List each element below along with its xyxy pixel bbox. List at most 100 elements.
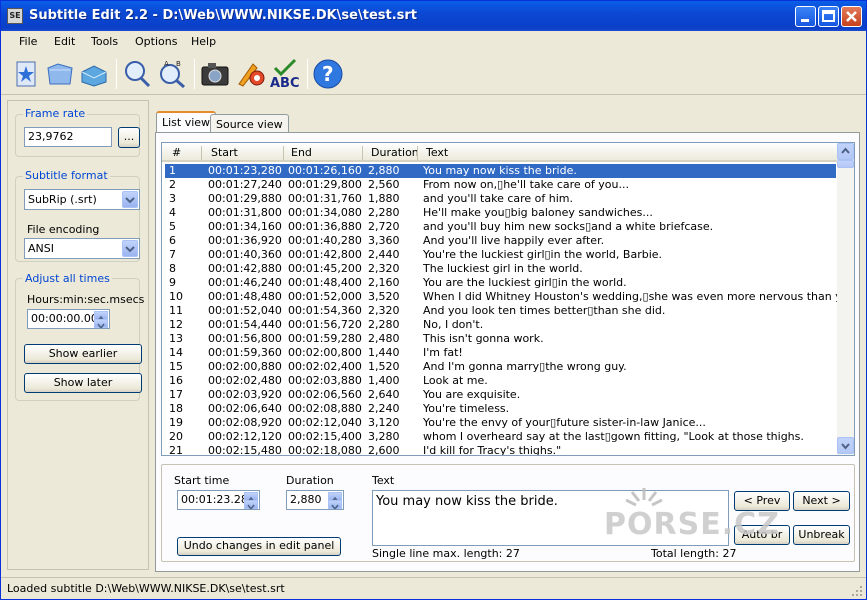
row-duration: 3,360 (368, 234, 400, 247)
row-text: And you look ten times better▯than she d… (423, 304, 666, 317)
row-start: 00:01:54,440 (208, 318, 282, 331)
chevron-down-icon[interactable] (122, 191, 138, 208)
row-end: 00:02:06,560 (288, 388, 362, 401)
row-text: And I'm gonna marry▯the wrong guy. (423, 360, 627, 373)
replace-icon[interactable]: AB (156, 58, 188, 90)
table-row[interactable]: 1 00:01:23,280 00:01:26,160 2,880 You may no… (165, 164, 836, 178)
table-row[interactable]: 14 00:01:59,360 00:02:00,800 1,440 I'm fat! (165, 346, 836, 360)
row-start: 00:02:03,920 (208, 388, 282, 401)
table-row[interactable]: 12 00:01:54,440 00:01:56,720 2,280 No, I don… (165, 318, 836, 332)
row-start: 00:01:48,480 (208, 290, 282, 303)
row-text: When I did Whitney Houston's wedding,▯sh… (423, 290, 855, 303)
row-number: 14 (169, 346, 183, 359)
list-scrollbar[interactable] (837, 143, 854, 455)
row-end: 00:01:54,360 (288, 304, 362, 317)
spin-down-icon[interactable] (244, 500, 258, 509)
duration-input[interactable]: 2,880 (286, 490, 344, 510)
table-row[interactable]: 20 00:02:12,120 00:02:15,400 3,280 whom I ov… (165, 430, 836, 444)
table-row[interactable]: 3 00:01:29,880 00:01:31,760 1,880 and you'll… (165, 192, 836, 206)
unbreak-button[interactable]: Unbreak (793, 525, 850, 545)
table-row[interactable]: 21 00:02:15,480 00:02:18,080 2,600 I'd kill … (165, 444, 836, 455)
row-duration: 3,120 (368, 416, 400, 429)
table-row[interactable]: 19 00:02:08,920 00:02:12,040 3,120 You're th… (165, 416, 836, 430)
chevron-down-icon[interactable] (122, 240, 138, 257)
undo-edit-button[interactable]: Undo changes in edit panel (177, 537, 341, 556)
row-number: 3 (169, 192, 176, 205)
help-icon[interactable]: ? (312, 58, 344, 90)
tab-list-view[interactable]: List view (156, 111, 217, 133)
row-number: 4 (169, 206, 176, 219)
table-row[interactable]: 2 00:01:27,240 00:01:29,800 2,560 From now o… (165, 178, 836, 192)
status-bar: Loaded subtitle D:\Web\WWW.NIKSE.DK\se\t… (1, 577, 866, 599)
table-row[interactable]: 15 00:02:00,880 00:02:02,400 1,520 And I'm g… (165, 360, 836, 374)
table-row[interactable]: 11 00:01:52,040 00:01:54,360 2,320 And you l… (165, 304, 836, 318)
scroll-up-icon[interactable] (837, 143, 854, 160)
table-row[interactable]: 10 00:01:48,480 00:01:52,000 3,520 When I di… (165, 290, 854, 304)
show-earlier-button[interactable]: Show earlier (24, 344, 142, 364)
frame-rate-input[interactable]: 23,9762 (24, 127, 112, 147)
open-icon[interactable] (44, 58, 76, 90)
row-number: 20 (169, 430, 183, 443)
watermark-text: PORSE.CZ (604, 507, 780, 541)
scroll-down-icon[interactable] (837, 437, 854, 454)
row-start: 00:01:31,800 (208, 206, 282, 219)
table-row[interactable]: 5 00:01:34,160 00:01:36,880 2,720 and you'll… (165, 220, 836, 234)
column-duration[interactable]: Duration (371, 146, 419, 159)
table-row[interactable]: 18 00:02:06,640 00:02:08,880 2,240 You're ti… (165, 402, 836, 416)
column-number[interactable]: # (172, 146, 181, 159)
table-row[interactable]: 7 00:01:40,360 00:01:42,800 2,440 You're the… (165, 248, 836, 262)
browse-frame-rate-button[interactable]: ... (118, 127, 140, 148)
row-end: 00:02:08,880 (288, 402, 362, 415)
find-icon[interactable] (121, 58, 153, 90)
resize-grip-icon[interactable] (851, 585, 863, 600)
svg-text:?: ? (322, 62, 334, 86)
column-end[interactable]: End (291, 146, 312, 159)
spin-down-icon[interactable] (328, 500, 342, 509)
adjust-time-input[interactable]: 00:00:00.000 (27, 309, 110, 329)
menu-options[interactable]: Options (135, 35, 177, 48)
menu-edit[interactable]: Edit (54, 35, 75, 48)
row-duration: 2,160 (368, 276, 400, 289)
row-end: 00:01:31,760 (288, 192, 362, 205)
table-row[interactable]: 13 00:01:56,800 00:01:59,280 2,480 This isn'… (165, 332, 836, 346)
row-number: 2 (169, 178, 176, 191)
spell-check-icon[interactable]: ABC (269, 58, 301, 91)
spin-down-icon[interactable] (94, 319, 108, 328)
video-icon[interactable] (199, 58, 231, 90)
svg-text:B: B (176, 60, 181, 68)
menu-tools[interactable]: Tools (91, 35, 118, 48)
table-row[interactable]: 16 00:02:02,480 00:02:03,880 1,400 Look at m… (165, 374, 836, 388)
scroll-thumb[interactable] (837, 160, 854, 168)
table-row[interactable]: 9 00:01:46,240 00:01:48,400 2,160 You are th… (165, 276, 836, 290)
close-button[interactable] (841, 6, 862, 27)
column-text[interactable]: Text (426, 146, 448, 159)
minimize-button[interactable] (795, 6, 816, 27)
new-icon[interactable] (10, 58, 42, 90)
table-row[interactable]: 6 00:01:36,920 00:01:40,280 3,360 And you'll… (165, 234, 836, 248)
table-row[interactable]: 4 00:01:31,800 00:01:34,080 2,280 He'll make… (165, 206, 836, 220)
row-duration: 2,560 (368, 178, 400, 191)
save-icon[interactable] (78, 58, 110, 90)
table-row[interactable]: 17 00:02:03,920 00:02:06,560 2,640 You are e… (165, 388, 836, 402)
subtitle-format-label: Subtitle format (23, 169, 110, 182)
row-start: 00:01:52,040 (208, 304, 282, 317)
svg-text:A: A (164, 60, 169, 68)
row-text: I'm fat! (423, 346, 463, 359)
next-button[interactable]: Next > (793, 491, 850, 511)
start-time-input[interactable]: 00:01:23.280 (177, 490, 260, 510)
column-start[interactable]: Start (211, 146, 238, 159)
table-row[interactable]: 8 00:01:42,880 00:01:45,200 2,320 The luckie… (165, 262, 836, 276)
menu-help[interactable]: Help (191, 35, 216, 48)
text-label: Text (372, 474, 395, 487)
subtitle-format-select[interactable]: SubRip (.srt) (24, 189, 140, 210)
visual-sync-icon[interactable] (235, 58, 267, 90)
row-text: You're the luckiest girl▯in the world, B… (423, 248, 663, 261)
menu-file[interactable]: File (19, 35, 37, 48)
row-start: 00:01:40,360 (208, 248, 282, 261)
tab-source-view[interactable]: Source view (210, 114, 289, 134)
file-encoding-select[interactable]: ANSI (24, 238, 140, 259)
show-later-button[interactable]: Show later (24, 373, 142, 393)
maximize-button[interactable] (818, 6, 839, 27)
row-duration: 2,240 (368, 402, 400, 415)
subtitle-list[interactable]: # Start End Duration Text 1 00:01:23,280 0… (161, 142, 855, 456)
